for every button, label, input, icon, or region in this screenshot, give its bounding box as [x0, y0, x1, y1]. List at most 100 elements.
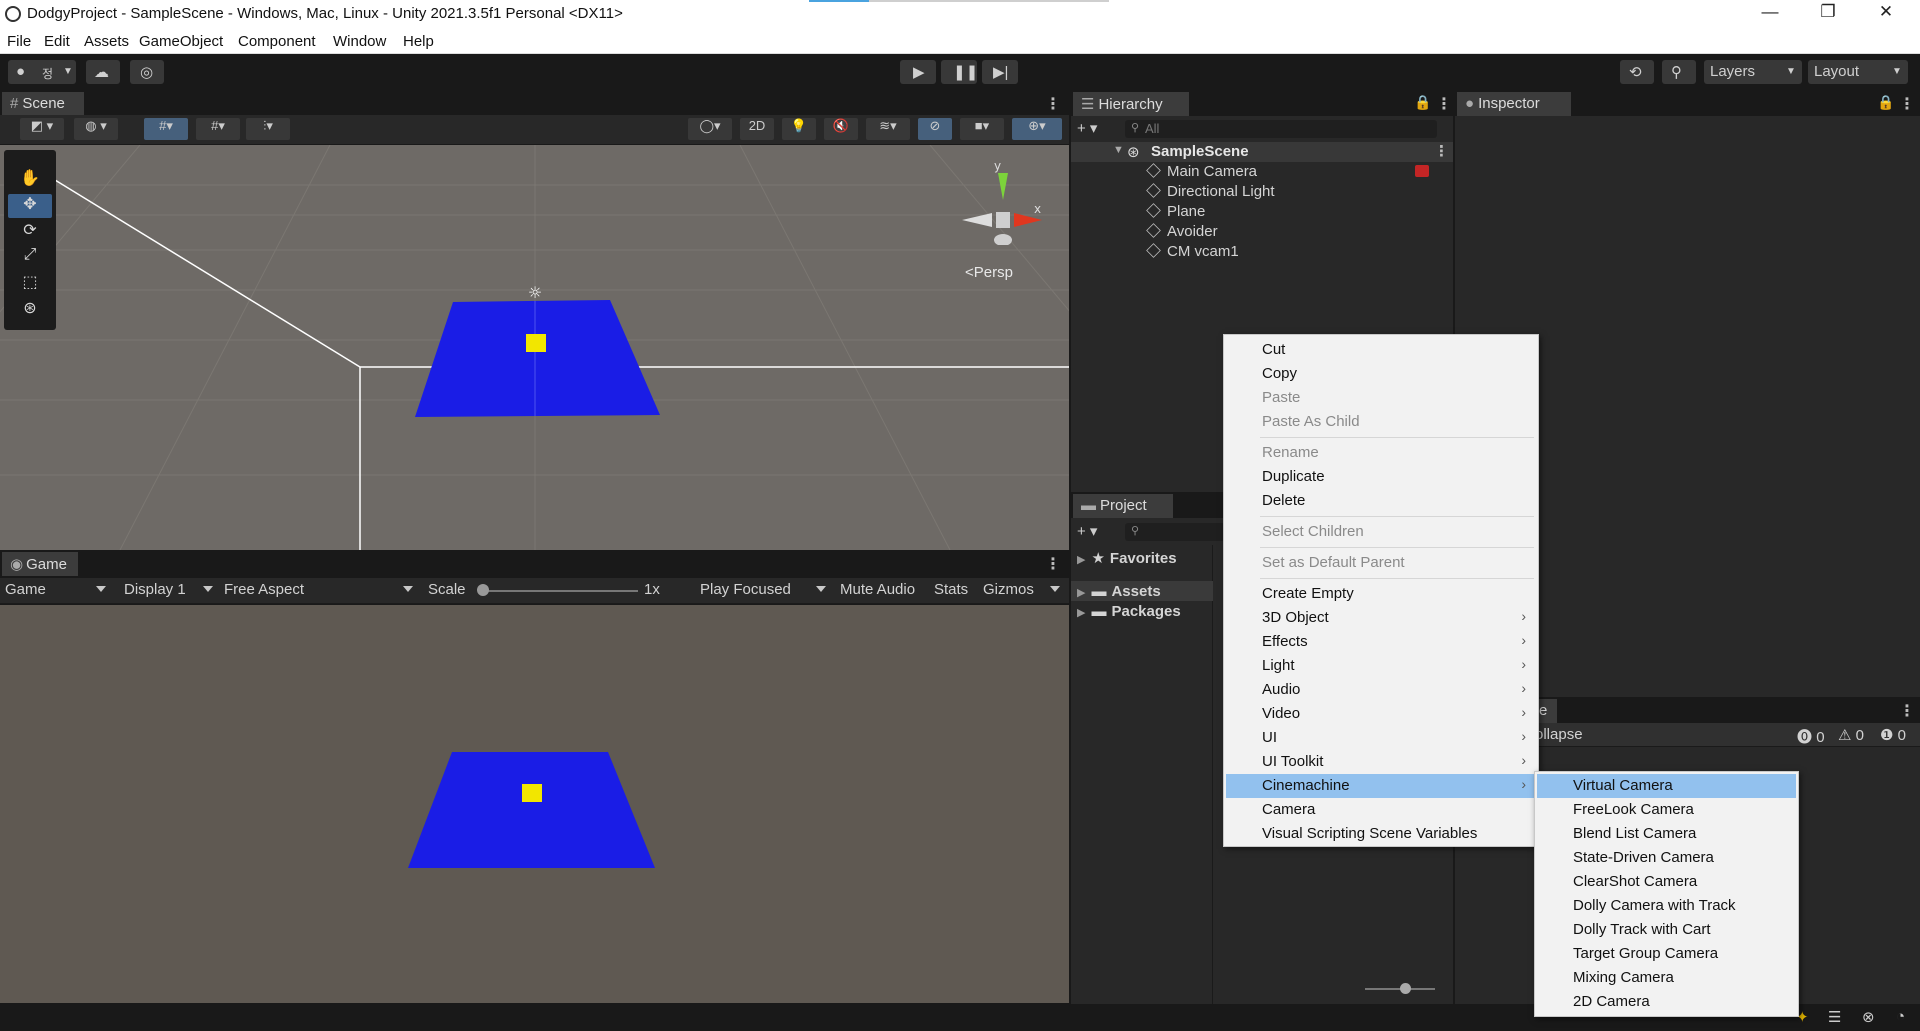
menu-item-video[interactable]: Video ›	[1226, 702, 1536, 726]
menu-item-camera[interactable]: Camera	[1226, 798, 1536, 822]
menu-item-delete[interactable]: Delete	[1226, 489, 1536, 513]
pause-button[interactable]: ❚❚	[941, 60, 978, 84]
hand-tool-icon[interactable]: ✋	[8, 168, 52, 192]
play-focused-dropdown[interactable]: Play Focused	[700, 581, 791, 598]
directional-light-icon[interactable]: ☼	[528, 283, 542, 302]
menu-item-paste-as-child[interactable]: Paste As Child	[1226, 410, 1536, 434]
align-toggle[interactable]: ⫶▾	[246, 118, 290, 140]
cache-server-icon[interactable]: ☰	[1828, 1008, 1841, 1026]
step-button[interactable]: ▶|	[982, 60, 1018, 84]
menu-item-rename[interactable]: Rename	[1226, 441, 1536, 465]
grid-snap-toggle[interactable]: #▾	[144, 118, 188, 140]
menu-item-duplicate[interactable]: Duplicate	[1226, 465, 1536, 489]
axis-y-cone[interactable]	[998, 173, 1008, 200]
menu-window[interactable]: Window	[333, 33, 386, 50]
scene-view[interactable]: ☼ y x <Persp	[0, 145, 1069, 550]
menu-component[interactable]: Component	[238, 33, 316, 50]
global-toggle[interactable]: ◍ ▾	[74, 118, 118, 140]
audio-toggle[interactable]: 🔇	[824, 118, 858, 140]
scale-slider-thumb[interactable]	[477, 584, 489, 596]
hierarchy-item[interactable]: Plane	[1146, 203, 1205, 220]
expand-arrow-icon[interactable]: ▼	[1113, 144, 1124, 156]
hierarchy-menu-button[interactable]: ⋮	[1436, 94, 1452, 114]
menu-help[interactable]: Help	[403, 33, 434, 50]
scale-slider-track[interactable]	[478, 590, 638, 592]
info-toggle[interactable]: ❶ 0	[1880, 726, 1906, 744]
scene-viewport[interactable]: ☼	[0, 145, 1069, 550]
menu-item-cinemachine[interactable]: Cinemachine ›	[1226, 774, 1536, 798]
move-tool-icon[interactable]: ✥	[8, 194, 52, 218]
scale-tool-icon[interactable]: ⤢	[8, 246, 52, 270]
game-menu-button[interactable]: ⋮	[1045, 554, 1061, 574]
menu-item-dolly-track-with-cart[interactable]: Dolly Track with Cart	[1537, 918, 1796, 942]
effects-toggle[interactable]: ≋▾	[866, 118, 910, 140]
lock-icon[interactable]: 🔒	[1877, 94, 1894, 111]
transform-tool-icon[interactable]: ⊛	[8, 298, 52, 322]
account-button[interactable]: ● 정 ▼	[8, 60, 76, 84]
menu-item-ui[interactable]: UI ›	[1226, 726, 1536, 750]
tab-scene[interactable]: # Scene	[2, 92, 84, 116]
error-toggle[interactable]: ⓿ 0	[1797, 726, 1825, 747]
menu-item-effects[interactable]: Effects ›	[1226, 630, 1536, 654]
hierarchy-search-input[interactable]: ⚲ All	[1125, 120, 1437, 138]
collapse-toggle[interactable]: ollapse	[1535, 726, 1583, 743]
menu-edit[interactable]: Edit	[44, 33, 70, 50]
gizmos-toggle[interactable]: Gizmos	[983, 581, 1034, 598]
menu-item-target-group-camera[interactable]: Target Group Camera	[1537, 942, 1796, 966]
history-button[interactable]: ⟲	[1620, 60, 1654, 84]
tab-hierarchy[interactable]: ☰ Hierarchy	[1073, 92, 1189, 116]
warning-toggle[interactable]: ⚠ 0	[1838, 726, 1864, 744]
layers-dropdown[interactable]: Layers ▼	[1704, 60, 1802, 84]
menu-item-state-driven-camera[interactable]: State-Driven Camera	[1537, 846, 1796, 870]
tab-game[interactable]: ◉ Game	[2, 552, 78, 576]
hierarchy-item[interactable]: CM vcam1	[1146, 243, 1239, 260]
menu-item-3d-object[interactable]: 3D Object ›	[1226, 606, 1536, 630]
menu-item-create-empty[interactable]: Create Empty	[1226, 582, 1536, 606]
avoider-cube[interactable]	[526, 334, 546, 352]
icon-size-slider-thumb[interactable]	[1400, 983, 1411, 994]
hierarchy-item[interactable]: Directional Light	[1146, 183, 1275, 200]
project-search-input[interactable]: ⚲	[1125, 523, 1225, 541]
aspect-dropdown[interactable]: Free Aspect	[224, 581, 304, 598]
project-create-button[interactable]: + ▾	[1077, 522, 1097, 540]
hidden-objects-toggle[interactable]: ⊘	[918, 118, 952, 140]
mute-audio-toggle[interactable]: Mute Audio	[840, 581, 915, 598]
axis-neg-x-cone[interactable]	[962, 213, 992, 227]
display-dropdown[interactable]: Display 1	[124, 581, 186, 598]
collab-button[interactable]: ◎	[130, 60, 164, 84]
shading-mode-button[interactable]: ◯▾	[688, 118, 732, 140]
menu-item-select-children[interactable]: Select Children	[1226, 520, 1536, 544]
scene-menu-icon[interactable]: ⋮	[1434, 142, 1449, 160]
menu-item-paste[interactable]: Paste	[1226, 386, 1536, 410]
close-button[interactable]: ✕	[1868, 2, 1904, 26]
debug-mode-icon[interactable]: ⊗	[1862, 1008, 1875, 1026]
menu-item-clearshot-camera[interactable]: ClearShot Camera	[1537, 870, 1796, 894]
menu-item-virtual-camera[interactable]: Virtual Camera	[1537, 774, 1796, 798]
camera-settings-button[interactable]: ■▾	[960, 118, 1004, 140]
rect-tool-icon[interactable]: ⬚	[8, 272, 52, 296]
persp-label[interactable]: <Persp	[965, 264, 1013, 281]
restore-button[interactable]: ❐	[1810, 2, 1846, 26]
assets-folder[interactable]: ▶ ▬ Assets	[1077, 583, 1161, 600]
rotate-tool-icon[interactable]: ⟳	[8, 220, 52, 244]
hierarchy-item[interactable]: Avoider	[1146, 223, 1218, 240]
lock-icon[interactable]: 🔒	[1414, 94, 1431, 111]
hierarchy-item[interactable]: Main Camera	[1146, 163, 1257, 180]
game-view[interactable]	[0, 605, 1069, 1003]
cloud-button[interactable]: ☁	[86, 60, 120, 84]
axis-neg-y-cone[interactable]	[994, 234, 1012, 245]
stats-toggle[interactable]: Stats	[934, 581, 968, 598]
menu-item-blend-list-camera[interactable]: Blend List Camera	[1537, 822, 1796, 846]
menu-item-ui-toolkit[interactable]: UI Toolkit ›	[1226, 750, 1536, 774]
plane-object[interactable]	[415, 300, 660, 417]
layout-dropdown[interactable]: Layout ▼	[1808, 60, 1908, 84]
menu-item-dolly-camera-with-track[interactable]: Dolly Camera with Track	[1537, 894, 1796, 918]
orientation-gizmo[interactable]: y x	[952, 155, 1052, 245]
gizmos-button[interactable]: ⊕▾	[1012, 118, 1062, 140]
minimize-button[interactable]: —	[1752, 2, 1788, 26]
toggle-2d-button[interactable]: 2D	[740, 118, 774, 140]
packages-folder[interactable]: ▶ ▬ Packages	[1077, 603, 1181, 620]
search-button[interactable]: ⚲	[1662, 60, 1696, 84]
favorites-folder[interactable]: ▶ ★ Favorites	[1077, 549, 1177, 567]
menu-file[interactable]: File	[7, 33, 31, 50]
